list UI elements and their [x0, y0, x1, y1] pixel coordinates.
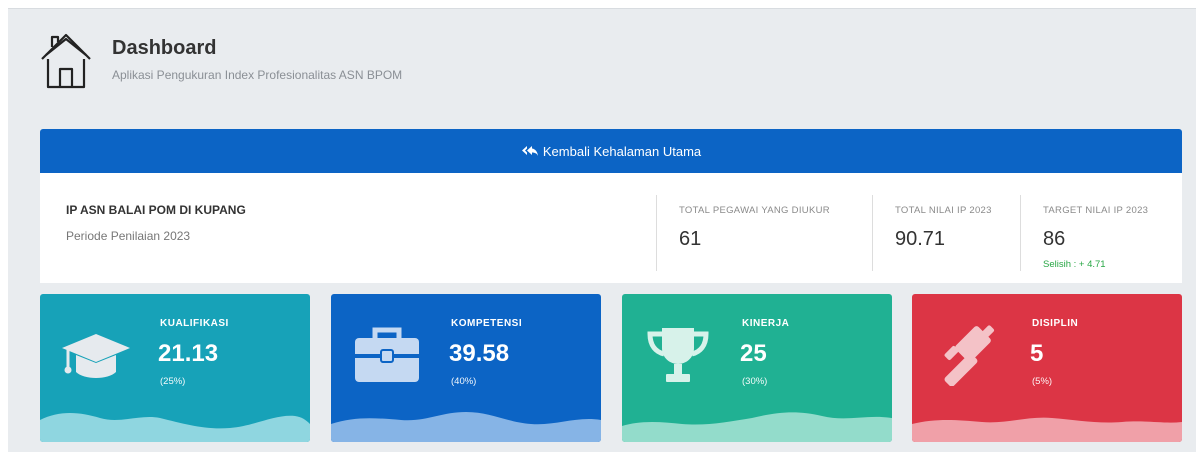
- card-wave: [622, 412, 892, 442]
- page-title: Dashboard: [112, 37, 217, 59]
- graduation-cap-icon: [62, 334, 130, 378]
- stat-total-ip: TOTAL NILAI IP 2023 90.71: [872, 195, 1020, 271]
- gavel-icon: [944, 325, 995, 386]
- card-label: KINERJA: [742, 318, 790, 329]
- stat-total-employees: TOTAL PEGAWAI YANG DIUKUR 61: [656, 195, 872, 271]
- stat-label: TOTAL PEGAWAI YANG DIUKUR: [679, 205, 830, 216]
- trophy-icon: [647, 328, 709, 382]
- back-to-main-label: Kembali Kehalaman Utama: [542, 143, 702, 159]
- stat-difference: Selisih : + 4.71: [1043, 259, 1106, 270]
- home-icon: [41, 33, 91, 89]
- toolbox-icon: [355, 327, 419, 382]
- stat-value: 90.71: [895, 228, 946, 250]
- card-wave: [331, 412, 601, 442]
- dashboard-frame: Dashboard Aplikasi Pengukuran Index Prof…: [8, 8, 1196, 452]
- reply-all-icon: [521, 146, 538, 156]
- card-value: 21.13: [158, 340, 219, 367]
- card-kualifikasi: KUALIFIKASI 21.13 (25%): [40, 294, 310, 442]
- card-percent: (30%): [742, 376, 768, 387]
- stat-target-ip: TARGET NILAI IP 2023 86 Selisih : + 4.71: [1020, 195, 1182, 271]
- unit-name: IP ASN BALAI POM DI KUPANG: [66, 203, 246, 217]
- card-kinerja: KINERJA 25 (30%): [622, 294, 892, 442]
- stat-label: TOTAL NILAI IP 2023: [895, 205, 992, 216]
- card-percent: (40%): [451, 376, 477, 387]
- stat-label: TARGET NILAI IP 2023: [1043, 205, 1149, 216]
- card-wave: [912, 417, 1182, 442]
- stat-value: 61: [679, 228, 702, 250]
- card-kompetensi: KOMPETENSI 39.58 (40%): [331, 294, 601, 442]
- info-panel: IP ASN BALAI POM DI KUPANG Periode Penil…: [40, 173, 1182, 283]
- card-label: DISIPLIN: [1032, 318, 1079, 329]
- card-value: 5: [1030, 340, 1044, 367]
- card-percent: (25%): [160, 376, 186, 387]
- stat-value: 86: [1043, 228, 1066, 250]
- card-percent: (5%): [1032, 376, 1053, 387]
- card-value: 25: [740, 340, 767, 367]
- page-header: Dashboard Aplikasi Pengukuran Index Prof…: [38, 29, 402, 99]
- page-subtitle: Aplikasi Pengukuran Index Profesionalita…: [112, 68, 403, 82]
- back-to-main-button[interactable]: Kembali Kehalaman Utama: [40, 129, 1182, 173]
- card-label: KUALIFIKASI: [160, 318, 229, 329]
- assessment-period: Periode Penilaian 2023: [66, 229, 191, 243]
- card-disiplin: DISIPLIN 5 (5%): [912, 294, 1182, 442]
- card-wave: [40, 413, 310, 442]
- card-value: 39.58: [449, 340, 510, 367]
- card-label: KOMPETENSI: [451, 318, 523, 329]
